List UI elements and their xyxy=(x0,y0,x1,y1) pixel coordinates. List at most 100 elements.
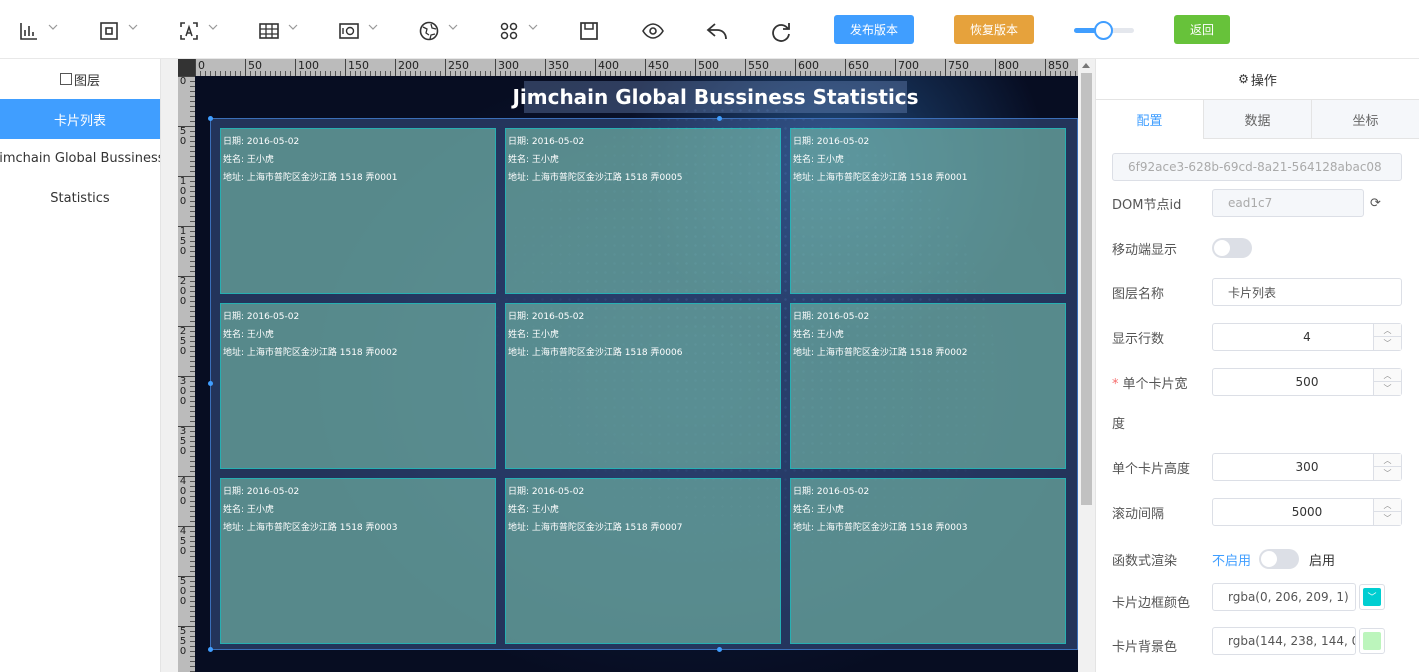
card-item: 日期: 2016-05-02 姓名: 王小虎 地址: 上海市普陀区金沙江路 1518… xyxy=(220,128,496,294)
text-tool[interactable] xyxy=(178,18,218,44)
bg-color-picker[interactable] xyxy=(1359,627,1385,654)
map-tool[interactable] xyxy=(418,18,458,44)
scroll-interval-stepper[interactable]: 5000 ︿ ﹀ xyxy=(1212,498,1402,526)
card-width-stepper-buttons: ︿ ﹀ xyxy=(1373,369,1401,395)
property-panel-title: 操作 xyxy=(1250,73,1277,89)
switch-knob xyxy=(1214,240,1230,256)
undo-tool[interactable] xyxy=(706,18,728,44)
card-date: 日期: 2016-05-02 xyxy=(223,137,300,147)
resize-handle-nw[interactable] xyxy=(208,116,213,121)
resize-handle-n[interactable] xyxy=(717,116,722,121)
card-date: 日期: 2016-05-02 xyxy=(793,312,870,322)
ruler-tick: 5 0 xyxy=(178,126,195,147)
scroll-interval-label: 滚动间隔 xyxy=(1112,506,1165,522)
card-list-component[interactable]: 日期: 2016-05-02 姓名: 王小虎地址: 上海市普陀区金沙江路 1518… xyxy=(208,116,1078,652)
tab-config[interactable]: 配置 xyxy=(1096,100,1203,139)
layer-item-card-list[interactable]: 卡片列表 xyxy=(0,99,160,139)
dom-id-field: ead1c7 xyxy=(1212,189,1364,217)
card-item: 日期: 2016-05-02 姓名: 王小虎 地址: 上海市普陀区金沙江路 1518… xyxy=(790,478,1066,644)
card-addr: 地址: 上海市普陀区金沙江路 1518 弄0006 xyxy=(508,348,683,358)
resize-handle-s[interactable] xyxy=(717,647,722,652)
rows-label: 显示行数 xyxy=(1112,331,1165,347)
ruler-tick: 5 0 0 xyxy=(178,576,195,607)
bg-color-input[interactable]: rgba(144, 238, 144, 0.3) xyxy=(1212,626,1356,655)
back-button[interactable]: 返回 xyxy=(1174,15,1230,44)
table-tool[interactable] xyxy=(258,18,298,44)
decrement-icon[interactable]: ﹀ xyxy=(1374,337,1401,350)
ruler-tick: 350 xyxy=(545,59,569,76)
layers-icon xyxy=(59,73,72,85)
tab-position[interactable]: 坐标 xyxy=(1311,100,1419,139)
redo-icon xyxy=(772,23,790,42)
func-render-switch[interactable] xyxy=(1259,549,1300,569)
rows-stepper[interactable]: 4 ︿ ﹀ xyxy=(1212,323,1402,351)
preview-tool[interactable] xyxy=(642,18,664,44)
canvas-area: 0 50 100 150 200 250 300 350 400 450 500 550 600 650 7… xyxy=(161,59,1095,672)
layer-name-input[interactable]: 卡片列表 xyxy=(1212,278,1402,306)
card-addr: 地址: 上海市普陀区金沙江路 1518 弄0003 xyxy=(223,523,398,533)
card-name: 姓名: 王小虎 xyxy=(508,155,559,165)
card-name: 姓名: 王小虎 xyxy=(793,155,844,165)
redo-tool[interactable] xyxy=(770,18,792,44)
scroll-up-arrow[interactable] xyxy=(1082,63,1090,68)
layer-panel-header: 图层 xyxy=(0,59,160,99)
publish-button[interactable]: 发布版本 xyxy=(834,15,914,44)
func-render-off-text[interactable]: 不启用 xyxy=(1212,550,1251,569)
card-date: 日期: 2016-05-02 xyxy=(793,137,870,147)
media-tool[interactable] xyxy=(338,18,378,44)
card-width-stepper[interactable]: 500 ︿ ﹀ xyxy=(1212,368,1402,396)
card-height-stepper[interactable]: 300 ︿ ﹀ xyxy=(1212,453,1402,481)
increment-icon[interactable]: ︿ xyxy=(1374,324,1401,337)
layer-item-title[interactable]: Jimchain Global Bussiness Statistics xyxy=(0,139,160,219)
layer-item-title-line2: Statistics xyxy=(50,191,110,206)
box-tool[interactable] xyxy=(98,18,138,44)
mobile-display-switch[interactable] xyxy=(1212,238,1252,258)
resize-handle-sw[interactable] xyxy=(208,647,213,652)
refresh-icon[interactable]: ⟳ xyxy=(1370,196,1381,211)
func-render-on-text[interactable]: 启用 xyxy=(1309,550,1335,569)
card-date: 日期: 2016-05-02 xyxy=(508,487,585,497)
card-addr: 地址: 上海市普陀区金沙江路 1518 弄0005 xyxy=(508,173,683,183)
scroll-interval-value: 5000 xyxy=(1291,505,1323,519)
dom-id-label: DOM节点id xyxy=(1112,197,1182,213)
decrement-icon[interactable]: ﹀ xyxy=(1374,382,1401,395)
save-tool[interactable] xyxy=(578,18,600,44)
ruler-tick-label: 2 5 0 xyxy=(179,326,187,357)
ruler-tick: 550 xyxy=(745,59,769,76)
card-date: 日期: 2016-05-02 xyxy=(223,487,300,497)
increment-icon[interactable]: ︿ xyxy=(1374,369,1401,382)
decrement-icon[interactable]: ﹀ xyxy=(1374,512,1401,525)
tab-data[interactable]: 数据 xyxy=(1203,100,1311,139)
card-addr: 地址: 上海市普陀区金沙江路 1518 弄0007 xyxy=(508,523,683,533)
border-color-picker[interactable]: ﹀ xyxy=(1359,583,1385,610)
ruler-tick: 1 5 0 xyxy=(178,226,195,257)
restore-button[interactable]: 恢复版本 xyxy=(954,15,1034,44)
zoom-slider-thumb[interactable] xyxy=(1094,21,1113,40)
resize-handle-w[interactable] xyxy=(208,381,213,386)
border-color-input[interactable]: rgba(0, 206, 209, 1) xyxy=(1212,582,1356,611)
chevron-down-icon xyxy=(208,24,218,30)
zoom-slider[interactable] xyxy=(1074,21,1136,41)
decrement-icon[interactable]: ﹀ xyxy=(1374,467,1401,480)
card-width-label-text: 单个卡片宽 xyxy=(1122,376,1188,392)
canvas-scroll-thumb[interactable] xyxy=(1081,73,1092,505)
ruler-tick-label: 5 5 0 xyxy=(179,626,187,657)
widget-tool[interactable] xyxy=(498,18,538,44)
grid-apps-icon xyxy=(500,22,518,40)
chevron-down-icon xyxy=(128,24,138,30)
canvas-scrollbar[interactable] xyxy=(1078,59,1095,672)
ruler-tick: 3 0 0 xyxy=(178,376,195,407)
card-height-value: 300 xyxy=(1295,460,1319,474)
increment-icon[interactable]: ︿ xyxy=(1374,454,1401,467)
gear-icon: ⚙ xyxy=(1238,72,1249,86)
border-color-label: 卡片边框颜色 xyxy=(1112,596,1191,611)
chevron-down-icon xyxy=(448,24,458,30)
ruler-tick: 250 xyxy=(445,59,469,76)
component-uuid-field: 6f92ace3-628b-69cd-8a21-564128abac08 xyxy=(1112,153,1402,181)
card-addr: 地址: 上海市普陀区金沙江路 1518 弄0002 xyxy=(223,348,398,358)
increment-icon[interactable]: ︿ xyxy=(1374,499,1401,512)
design-stage[interactable]: 9 日期: 2016-05-02姓名: 王小虎地址: 上海市普陀区金沙江路 15… xyxy=(195,76,1078,672)
chart-tool[interactable] xyxy=(18,18,58,44)
stage-title-text[interactable]: Jimchain Global Bussiness Statistics xyxy=(512,81,919,113)
ruler-tick: 800 xyxy=(995,59,1019,76)
